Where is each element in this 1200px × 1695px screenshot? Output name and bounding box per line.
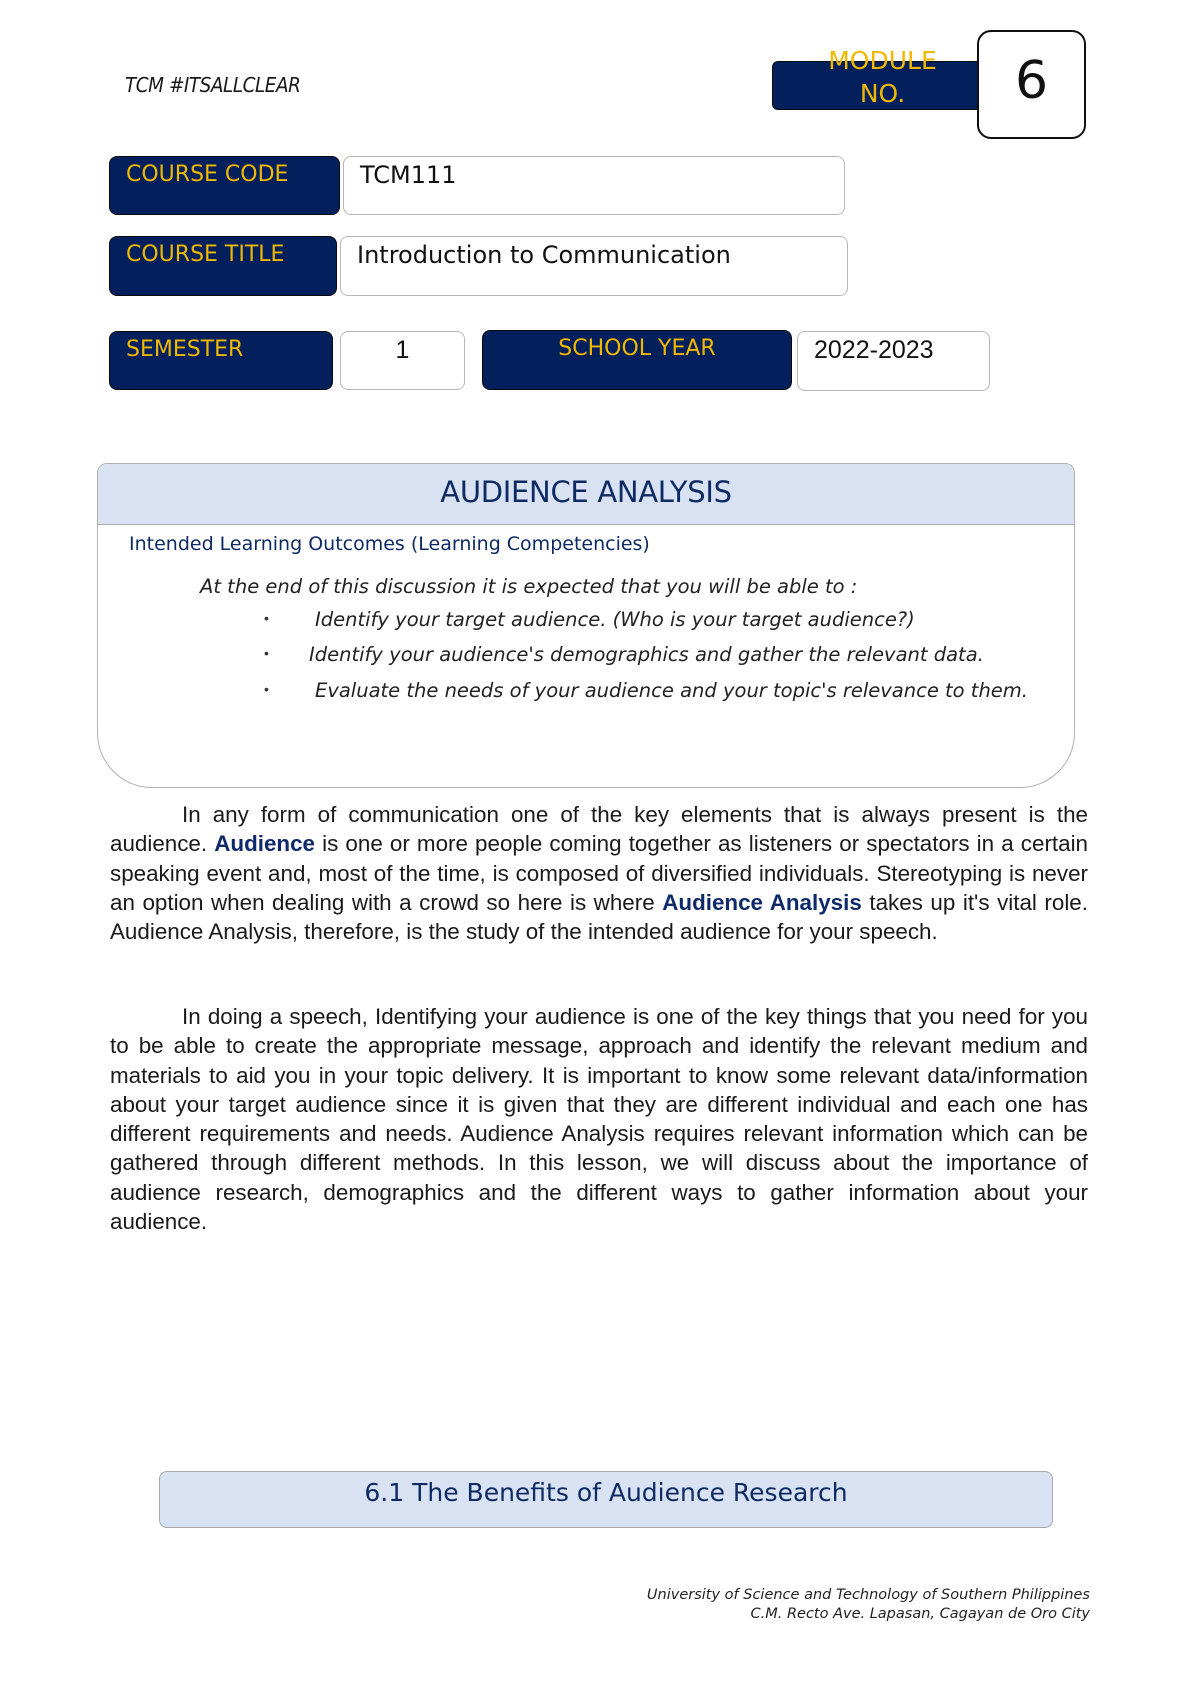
module-label-line2: NO.: [859, 79, 906, 108]
bullet-icon: •: [264, 645, 269, 661]
bullet-icon: •: [264, 681, 269, 697]
module-number-box: 6: [977, 30, 1086, 139]
paragraph: In any form of communication one of the …: [110, 800, 1088, 946]
intro-paragraph-1: In any form of communication one of the …: [110, 800, 1088, 946]
ilo-intro: At the end of this discussion it is expe…: [200, 575, 858, 598]
outcome-item: Identify your audience's demographics an…: [309, 643, 984, 666]
footer-university: University of Science and Technology of …: [646, 1587, 1090, 1603]
module-label-line1: MODULE: [828, 46, 937, 75]
course-title-label: COURSE TITLE: [109, 236, 337, 296]
bullet-icon: •: [264, 610, 269, 626]
semester-label: SEMESTER: [109, 331, 333, 390]
brand-tag: TCM #ITSALLCLEAR: [125, 73, 301, 97]
outcomes-header: AUDIENCE ANALYSIS: [98, 464, 1074, 525]
outcome-item: Evaluate the needs of your audience and …: [315, 679, 1028, 702]
section-title: 6.1 The Benefits of Audience Research: [364, 1478, 848, 1507]
module-label: MODULE NO.: [800, 44, 965, 110]
outcome-item: Identify your target audience. (Who is y…: [315, 608, 915, 631]
footer: University of Science and Technology of …: [647, 1586, 1090, 1624]
semester-field: 1: [340, 331, 465, 390]
section-heading-box: 6.1 The Benefits of Audience Research: [159, 1471, 1053, 1528]
course-code-field: TCM111: [343, 156, 845, 215]
course-code-label: COURSE CODE: [109, 156, 340, 215]
footer-address: C.M. Recto Ave. Lapasan, Cagayan de Oro …: [750, 1606, 1090, 1622]
ilo-heading: Intended Learning Outcomes (Learning Com…: [129, 533, 650, 555]
intro-paragraph-2: In doing a speech, Identifying your audi…: [110, 1002, 1088, 1236]
school-year-field: 2022-2023: [797, 331, 990, 391]
course-title-field: Introduction to Communication: [340, 236, 848, 296]
school-year-label: SCHOOL YEAR: [482, 330, 792, 390]
module-number: 6: [1014, 50, 1049, 111]
paragraph: In doing a speech, Identifying your audi…: [110, 1004, 1088, 1235]
lesson-title: AUDIENCE ANALYSIS: [440, 475, 732, 509]
term-audience-analysis: Audience Analysis: [662, 889, 862, 915]
term-audience: Audience: [214, 831, 316, 857]
